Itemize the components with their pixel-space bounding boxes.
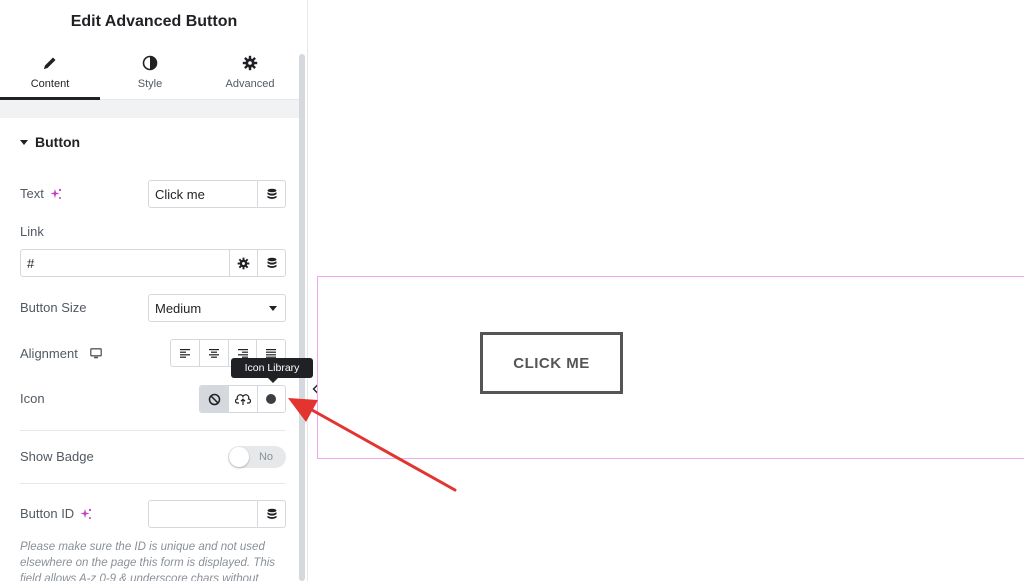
tab-content-label: Content xyxy=(30,77,70,90)
ai-sparkle-icon[interactable] xyxy=(80,508,92,520)
text-label-text: Text xyxy=(20,186,44,201)
divider xyxy=(20,483,286,484)
button-id-label-text: Button ID xyxy=(20,506,75,521)
link-label: Link xyxy=(20,224,44,239)
link-label-text: Link xyxy=(20,224,44,239)
desktop-icon[interactable] xyxy=(89,348,102,359)
alignment-label: Alignment xyxy=(20,346,102,361)
button-id-field xyxy=(148,500,286,528)
align-center-button[interactable] xyxy=(199,340,228,366)
text-input[interactable] xyxy=(149,181,257,207)
icon-upload-svg-button[interactable] xyxy=(228,386,256,412)
pencil-icon xyxy=(41,54,59,72)
show-badge-label-text: Show Badge xyxy=(20,449,94,464)
preview-button[interactable]: CLICK ME xyxy=(480,332,623,394)
none-icon xyxy=(208,393,220,405)
ai-sparkle-icon[interactable] xyxy=(50,188,62,200)
section-separator xyxy=(0,100,300,118)
icon-library-tooltip: Icon Library xyxy=(231,358,313,383)
panel-scrollbar[interactable] xyxy=(299,54,305,581)
button-size-value: Medium xyxy=(155,300,202,316)
text-field xyxy=(148,180,286,208)
icon-library-button[interactable] xyxy=(256,386,285,412)
tab-advanced[interactable]: Advanced xyxy=(200,44,300,99)
align-center-icon xyxy=(209,349,220,358)
section-title: Button xyxy=(35,134,81,150)
circle-icon xyxy=(266,394,277,404)
button-size-select[interactable]: Medium xyxy=(148,294,286,322)
upload-icon xyxy=(234,394,251,405)
toggle-knob xyxy=(229,447,249,467)
editor-panel: Edit Advanced Button Content Style Advan… xyxy=(0,0,308,581)
toggle-state-text: No xyxy=(258,451,273,463)
align-left-button[interactable] xyxy=(171,340,199,366)
link-field xyxy=(20,249,286,277)
tab-style[interactable]: Style xyxy=(100,44,200,99)
database-icon xyxy=(267,257,276,268)
link-dynamic-tags-button[interactable] xyxy=(257,250,285,276)
panel-title: Edit Advanced Button xyxy=(70,13,238,30)
icon-choice-group xyxy=(199,385,286,413)
align-right-icon xyxy=(237,349,248,358)
tab-style-label: Style xyxy=(137,77,163,90)
half-circle-icon xyxy=(141,54,159,72)
align-justify-icon xyxy=(266,349,277,358)
caret-down-icon xyxy=(20,139,28,145)
gear-icon xyxy=(237,257,250,269)
gear-icon xyxy=(241,54,259,72)
icon-label: Icon xyxy=(20,391,45,406)
icon-label-text: Icon xyxy=(20,391,45,406)
divider xyxy=(20,430,286,431)
section-toggle-button[interactable]: Button xyxy=(20,134,80,150)
show-badge-label: Show Badge xyxy=(20,449,94,464)
dynamic-tags-button[interactable] xyxy=(257,181,285,207)
button-id-label: Button ID xyxy=(20,506,92,521)
button-id-help-text: Please make sure the ID is unique and no… xyxy=(20,541,276,581)
link-options-button[interactable] xyxy=(229,250,257,276)
icon-none-button[interactable] xyxy=(200,386,229,412)
panel-tabs: Content Style Advanced xyxy=(0,44,300,100)
canvas-section-outline[interactable] xyxy=(317,276,1024,459)
button-id-input[interactable] xyxy=(149,501,257,527)
button-size-label-text: Button Size xyxy=(20,300,87,315)
panel-header: Edit Advanced Button xyxy=(0,0,307,44)
button-id-dynamic-tags-button[interactable] xyxy=(257,501,285,527)
tab-content[interactable]: Content xyxy=(0,44,100,100)
show-badge-toggle[interactable]: No xyxy=(228,446,286,468)
tab-advanced-label: Advanced xyxy=(225,77,275,90)
database-icon xyxy=(267,508,276,519)
align-left-icon xyxy=(180,349,191,358)
text-label: Text xyxy=(20,186,62,201)
link-input[interactable] xyxy=(21,250,229,276)
button-size-label: Button Size xyxy=(20,300,87,315)
chevron-down-icon xyxy=(269,305,277,311)
database-icon xyxy=(267,188,276,199)
alignment-label-text: Alignment xyxy=(20,346,78,361)
